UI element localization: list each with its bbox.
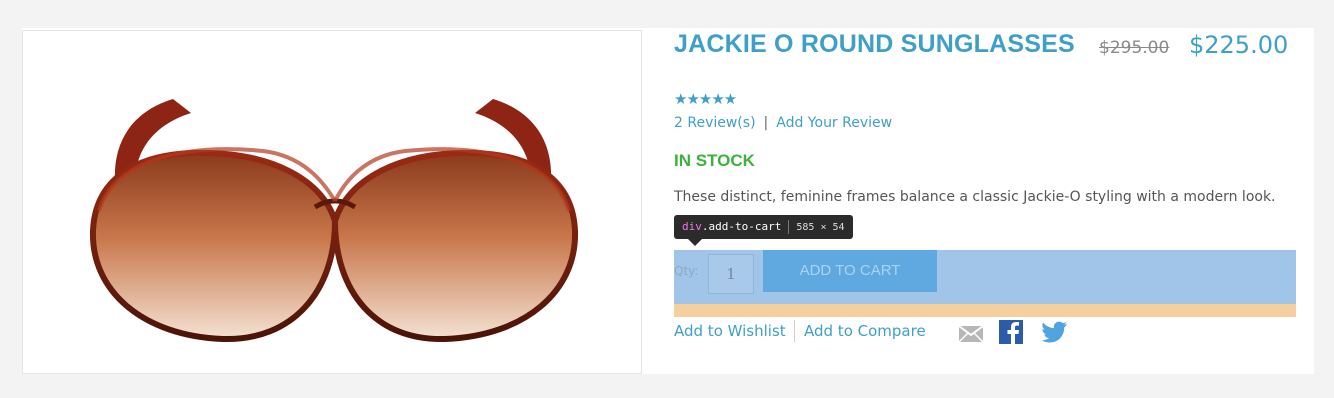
special-price: $225.00	[1189, 31, 1289, 59]
stock-status: IN STOCK	[674, 151, 755, 170]
reviews-row: 2 Review(s) | Add Your Review	[674, 115, 892, 131]
tooltip-divider	[788, 220, 790, 234]
tooltip-class: .add-to-cart	[701, 220, 782, 233]
facebook-icon[interactable]	[999, 320, 1023, 344]
tooltip-selector: div.add-to-cart	[682, 220, 781, 233]
old-price: $295.00	[1099, 38, 1170, 58]
add-to-compare-link[interactable]: Add to Compare	[804, 322, 926, 340]
actions-divider	[794, 320, 795, 342]
devtools-inspect-tooltip: div.add-to-cart 585 × 54	[674, 215, 853, 239]
add-to-cart-button[interactable]: ADD TO CART	[763, 250, 937, 292]
add-review-link[interactable]: Add Your Review	[776, 115, 892, 131]
qty-label: Qty:	[674, 264, 699, 278]
tooltip-size: 585 × 54	[796, 222, 845, 233]
product-info: JACKIE O ROUND SUNGLASSES $295.00 $225.0…	[674, 28, 1296, 374]
product-image[interactable]	[22, 30, 642, 374]
tooltip-tag: div	[682, 220, 702, 233]
product-panel: JACKIE O ROUND SUNGLASSES $295.00 $225.0…	[22, 28, 1314, 374]
product-title: JACKIE O ROUND SUNGLASSES	[674, 30, 1075, 58]
rating-stars: ★★★★★	[674, 90, 737, 108]
review-separator: |	[763, 115, 769, 131]
add-to-wishlist-link[interactable]: Add to Wishlist	[674, 322, 786, 340]
qty-input[interactable]: 1	[708, 254, 754, 294]
sunglasses-image	[89, 99, 579, 343]
mail-icon[interactable]	[958, 325, 984, 343]
twitter-icon[interactable]	[1042, 321, 1068, 343]
reviews-link[interactable]: 2 Review(s)	[674, 115, 756, 131]
tooltip-arrow	[688, 239, 702, 246]
add-to-cart-margin-highlight	[674, 304, 1296, 317]
